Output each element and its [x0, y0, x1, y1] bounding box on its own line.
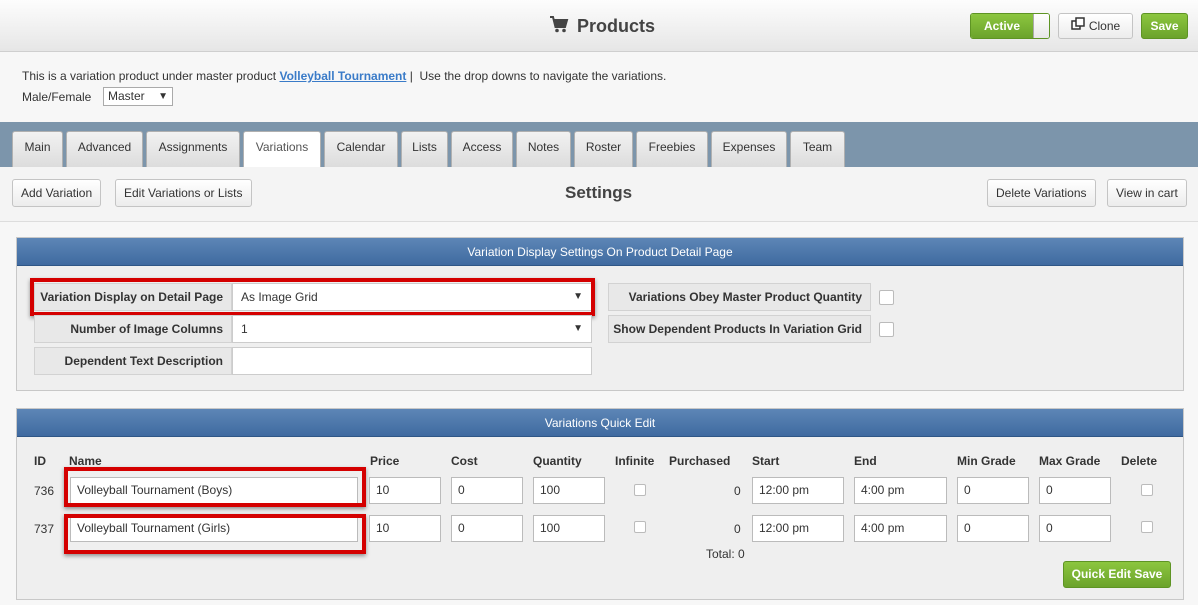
col-name: Name [69, 454, 102, 468]
delete-variations-button[interactable]: Delete Variations [987, 179, 1096, 207]
clone-icon [1071, 15, 1085, 39]
view-in-cart-button[interactable]: View in cart [1107, 179, 1187, 207]
dropdown-arrow-icon: ▼ [158, 91, 168, 102]
tab-roster[interactable]: Roster [574, 131, 633, 167]
show-dependent-checkbox[interactable] [879, 322, 894, 337]
tab-notes[interactable]: Notes [516, 131, 571, 167]
dropdown-arrow-icon: ▼ [573, 323, 583, 334]
tab-advanced[interactable]: Advanced [66, 131, 143, 167]
quantity-input[interactable]: 100 [533, 477, 605, 504]
clone-label: Clone [1088, 19, 1121, 33]
tab-lists[interactable]: Lists [401, 131, 448, 167]
col-start: Start [752, 454, 780, 468]
save-button[interactable]: Save [1141, 13, 1188, 39]
variation-info: This is a variation product under master… [22, 69, 666, 83]
obey-quantity-checkbox[interactable] [879, 290, 894, 305]
info-prefix: This is a variation product under master… [22, 69, 277, 83]
tab-calendar[interactable]: Calendar [324, 131, 398, 167]
page-title-text: Products [577, 16, 656, 36]
end-time-input[interactable]: 4:00 pm [854, 515, 947, 542]
col-infinite: Infinite [615, 454, 655, 468]
infinite-checkbox[interactable] [634, 521, 646, 533]
add-variation-button[interactable]: Add Variation [12, 179, 102, 207]
male-female-value: Master [108, 89, 145, 103]
row-id: 737 [34, 522, 55, 536]
highlight-display-mode [30, 278, 595, 316]
dependent-text-label: Dependent Text Description [34, 347, 232, 375]
active-toggle[interactable]: Active [970, 13, 1050, 39]
tab-access[interactable]: Access [451, 131, 513, 167]
dependent-text-input[interactable] [232, 347, 592, 375]
col-purchased: Purchased [669, 454, 731, 468]
master-product-link[interactable]: Volleyball Tournament [279, 69, 406, 83]
col-max-grade: Max Grade [1039, 454, 1101, 468]
price-input[interactable]: 10 [369, 477, 441, 504]
tab-freebies[interactable]: Freebies [636, 131, 708, 167]
active-toggle-label: Active [971, 14, 1033, 38]
toggle-knob [1033, 14, 1049, 38]
image-columns-select[interactable]: 1 ▼ [232, 315, 592, 343]
row-id: 736 [34, 484, 55, 498]
purchased-value: 0 [734, 522, 741, 536]
cart-icon [549, 15, 569, 38]
tab-main[interactable]: Main [12, 131, 63, 167]
cost-input[interactable]: 0 [451, 477, 523, 504]
tab-variations[interactable]: Variations [243, 131, 321, 168]
tab-expenses[interactable]: Expenses [711, 131, 787, 167]
info-suffix: | Use the drop downs to navigate the var… [409, 69, 667, 83]
image-columns-value: 1 [241, 322, 248, 336]
delete-checkbox[interactable] [1141, 484, 1153, 496]
purchased-value: 0 [734, 484, 741, 498]
edit-variations-button[interactable]: Edit Variations or Lists [115, 179, 252, 207]
obey-quantity-label: Variations Obey Master Product Quantity [608, 283, 871, 311]
purchased-total: Total: 0 [706, 547, 745, 561]
show-dependent-label: Show Dependent Products In Variation Gri… [608, 315, 871, 343]
settings-title: Settings [565, 183, 633, 202]
max-grade-input[interactable]: 0 [1039, 515, 1111, 542]
highlight-name-girls [64, 514, 366, 554]
display-settings-heading: Variation Display Settings On Product De… [17, 238, 1183, 266]
infinite-checkbox[interactable] [634, 484, 646, 496]
tab-assignments[interactable]: Assignments [146, 131, 240, 167]
min-grade-input[interactable]: 0 [957, 515, 1029, 542]
male-female-select[interactable]: Master ▼ [103, 87, 173, 106]
quick-edit-save-button[interactable]: Quick Edit Save [1063, 561, 1171, 588]
col-delete: Delete [1121, 454, 1158, 468]
quantity-input[interactable]: 100 [533, 515, 605, 542]
quick-edit-heading: Variations Quick Edit [17, 409, 1183, 437]
col-price: Price [370, 454, 400, 468]
cost-input[interactable]: 0 [451, 515, 523, 542]
col-end: End [854, 454, 877, 468]
col-min-grade: Min Grade [957, 454, 1016, 468]
page-title: Products [549, 15, 655, 38]
image-columns-label: Number of Image Columns [34, 315, 232, 343]
col-id: ID [34, 454, 46, 468]
end-time-input[interactable]: 4:00 pm [854, 477, 947, 504]
col-quantity: Quantity [533, 454, 582, 468]
price-input[interactable]: 10 [369, 515, 441, 542]
tab-team[interactable]: Team [790, 131, 845, 167]
male-female-label: Male/Female [22, 90, 92, 104]
start-time-input[interactable]: 12:00 pm [752, 477, 844, 504]
max-grade-input[interactable]: 0 [1039, 477, 1111, 504]
clone-button[interactable]: Clone [1058, 13, 1133, 39]
highlight-name-boys [64, 467, 366, 507]
min-grade-input[interactable]: 0 [957, 477, 1029, 504]
col-cost: Cost [451, 454, 478, 468]
start-time-input[interactable]: 12:00 pm [752, 515, 844, 542]
delete-checkbox[interactable] [1141, 521, 1153, 533]
